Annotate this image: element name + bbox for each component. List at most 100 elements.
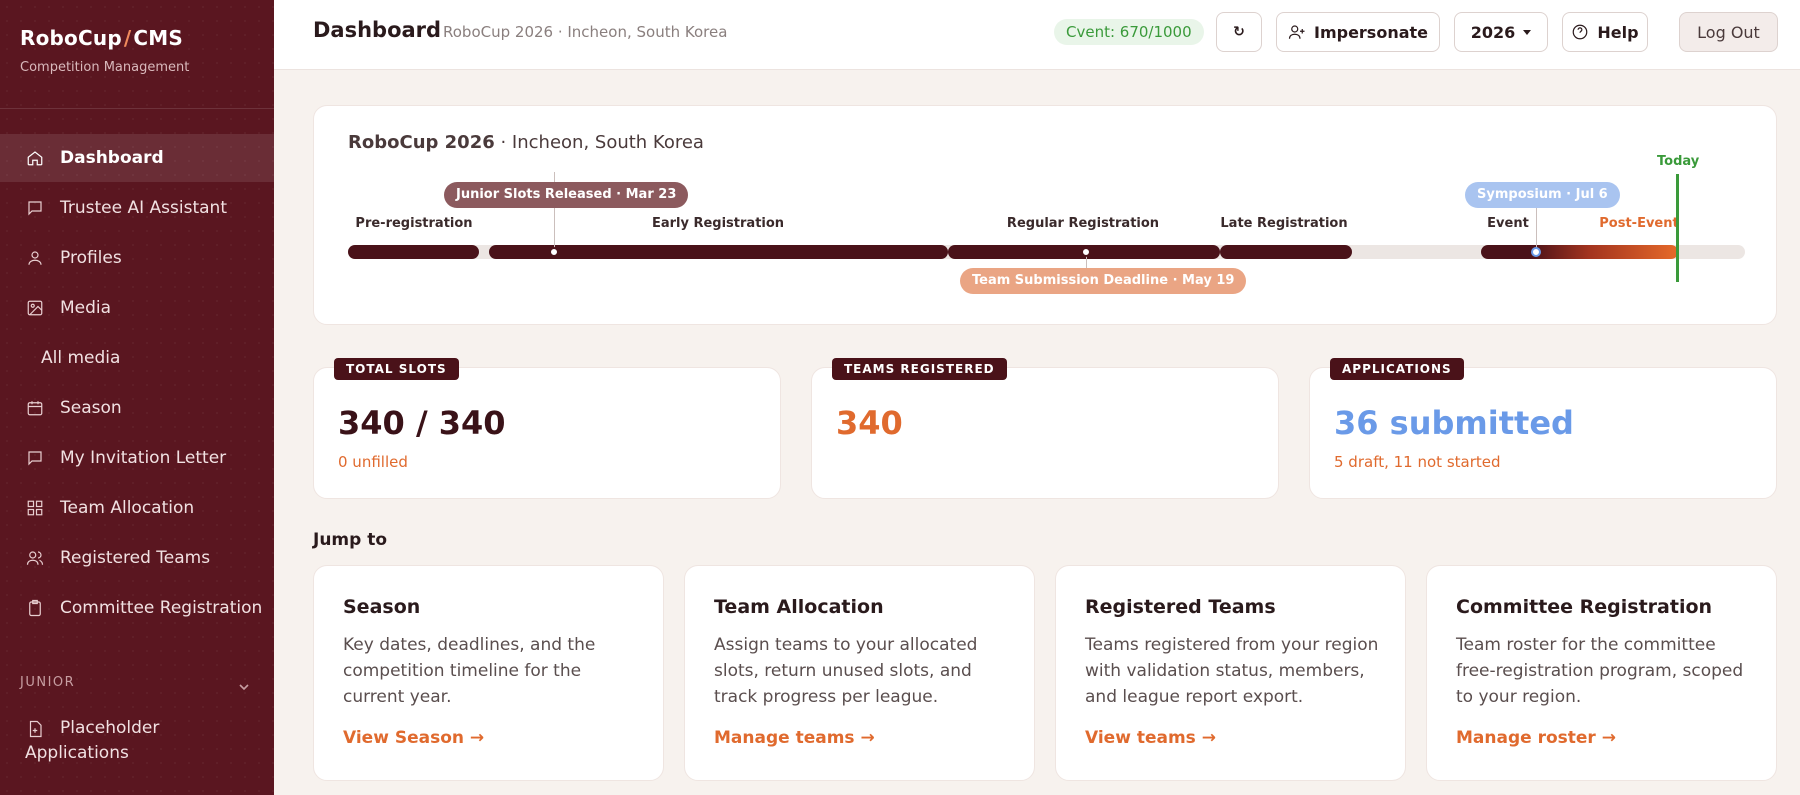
manage-roster-link[interactable]: Manage roster → (1456, 728, 1616, 748)
timeline-card: RoboCup 2026 · Incheon, South Korea Pre-… (313, 105, 1777, 325)
phase-label-regular-registration: Regular Registration (1006, 216, 1160, 231)
jump-card-desc: Key dates, deadlines, and the competitio… (343, 635, 596, 707)
stat-badge: TOTAL SLOTS (334, 358, 459, 380)
milestone-dot-junior[interactable] (549, 247, 559, 257)
sidebar-item-label: Committee Registration (60, 598, 263, 618)
sidebar-item-season[interactable]: Season (0, 384, 274, 432)
sidebar-item-label: Media (60, 298, 112, 318)
sidebar-item-committee-registration[interactable]: Committee Registration (0, 584, 274, 632)
users-icon (26, 549, 44, 567)
section-junior-label: JUNIOR (20, 675, 76, 690)
impersonate-label: Impersonate (1313, 22, 1429, 42)
stat-note: 0 unfilled (338, 453, 408, 471)
brand-cms: CMS (133, 26, 183, 50)
jump-card-desc: Assign teams to your allocated slots, re… (714, 635, 978, 707)
today-label: Today (1657, 154, 1700, 169)
stat-card-teams-registered: TEAMS REGISTERED 340 (811, 358, 1279, 499)
image-icon (26, 299, 44, 317)
stat-value: 36 submitted (1334, 404, 1574, 442)
phase-label-late-registration: Late Registration (1220, 216, 1348, 231)
today-marker (1676, 174, 1679, 282)
sidebar-item-trustee-ai[interactable]: Trustee AI Assistant (0, 184, 274, 232)
chevron-down-icon[interactable] (238, 678, 250, 691)
chat-icon (26, 199, 44, 217)
sidebar-item-label: Season (60, 398, 122, 418)
timeline-title-location: · Incheon, South Korea (494, 132, 704, 153)
sidebar-item-placeholder-applications[interactable]: Placeholder Applications (25, 716, 160, 766)
phase-bar-event (1481, 245, 1678, 259)
milestone-pill-junior[interactable]: Junior Slots Released · Mar 23 (444, 182, 689, 208)
sidebar-item-label: Registered Teams (60, 548, 211, 568)
jump-card-title: Season (343, 596, 421, 618)
calendar-icon (26, 399, 44, 417)
milestone-pill-symposium[interactable]: Symposium · Jul 6 (1465, 182, 1620, 208)
sidebar-item-all-media[interactable]: All media (41, 348, 120, 368)
sidebar-item-label: Team Allocation (60, 498, 195, 518)
timeline-title-event: RoboCup 2026 (348, 132, 495, 153)
file-plus-icon (26, 720, 44, 738)
home-icon (26, 149, 44, 167)
stat-value: 340 / 340 (338, 404, 506, 442)
phase-bar-pre-registration (348, 245, 479, 259)
sidebar-item-media[interactable]: Media (0, 284, 274, 332)
milestone-dot-team[interactable] (1081, 247, 1091, 257)
chat-icon (26, 449, 44, 467)
sidebar-item-label: My Invitation Letter (60, 448, 227, 468)
jump-card-season[interactable]: Season Key dates, deadlines, and the com… (313, 565, 664, 781)
jump-card-title: Registered Teams (1085, 596, 1276, 618)
stat-badge: TEAMS REGISTERED (832, 358, 1007, 380)
jump-card-desc: Team roster for the committee free-regis… (1456, 635, 1744, 707)
caret-down-icon (1523, 29, 1532, 35)
year-select[interactable]: 2026 (1454, 12, 1548, 52)
stat-note: 5 draft, 11 not started (1334, 453, 1501, 471)
sidebar-divider (0, 108, 274, 109)
page-title: Dashboard (313, 18, 442, 42)
brand-name: RoboCup (20, 26, 122, 50)
stat-card-applications: APPLICATIONS 36 submitted 5 draft, 11 no… (1309, 358, 1777, 499)
view-season-link[interactable]: View Season → (343, 728, 484, 748)
timeline-title: RoboCup 2026 · Incheon, South Korea (348, 132, 704, 153)
jump-card-team-allocation[interactable]: Team Allocation Assign teams to your all… (684, 565, 1035, 781)
jump-card-title: Team Allocation (714, 596, 884, 618)
jump-card-registered-teams[interactable]: Registered Teams Teams registered from y… (1055, 565, 1406, 781)
phase-bar-late-registration (1220, 245, 1352, 259)
help-circle-icon (1573, 24, 1588, 40)
sidebar-item-team-allocation[interactable]: Team Allocation (0, 484, 274, 532)
jump-card-committee-registration[interactable]: Committee Registration Team roster for t… (1426, 565, 1777, 781)
page-subtitle: RoboCup 2026 · Incheon, South Korea (443, 23, 728, 41)
brand-subtitle: Competition Management (20, 60, 190, 75)
help-button[interactable]: Help (1562, 12, 1648, 52)
jump-to-heading: Jump to (313, 530, 388, 550)
help-label: Help (1597, 22, 1639, 42)
impersonate-button[interactable]: Impersonate (1276, 12, 1440, 52)
jump-card-title: Committee Registration (1456, 596, 1713, 618)
phase-label-event: Event (1487, 216, 1529, 231)
clipboard-icon (26, 599, 44, 617)
milestone-pill-team-deadline[interactable]: Team Submission Deadline · May 19 (960, 268, 1247, 294)
refresh-button[interactable]: ↻ (1216, 12, 1262, 52)
phase-label-post-event: Post-Event (1599, 216, 1679, 231)
sidebar-item-label: Trustee AI Assistant (60, 198, 227, 218)
milestone-dot-symposium[interactable] (1531, 247, 1541, 257)
cvent-badge: Cvent: 670/1000 (1054, 19, 1204, 45)
sidebar-item-label-line2: Applications (25, 743, 129, 763)
logout-button[interactable]: Log Out (1679, 12, 1778, 52)
grid-icon (26, 499, 44, 517)
manage-teams-link[interactable]: Manage teams → (714, 728, 875, 748)
stat-value: 340 (836, 404, 903, 442)
sidebar-item-dashboard[interactable]: Dashboard (0, 134, 274, 182)
sidebar-item-profiles[interactable]: Profiles (0, 234, 274, 282)
sidebar: RoboCup / CMS Competition Management Dashb… (0, 0, 274, 795)
user-icon (26, 249, 44, 267)
brand-slash: / (123, 26, 132, 50)
user-plus-icon (1288, 25, 1305, 39)
sidebar-item-label: Profiles (60, 248, 122, 268)
view-teams-link[interactable]: View teams → (1085, 728, 1216, 748)
stat-card-total-slots: TOTAL SLOTS 340 / 340 0 unfilled (313, 358, 781, 499)
brand-logo[interactable]: RoboCup / CMS (20, 26, 183, 50)
sidebar-item-registered-teams[interactable]: Registered Teams (0, 534, 274, 582)
sidebar-item-label: Placeholder (60, 718, 160, 738)
sidebar-item-invitation-letter[interactable]: My Invitation Letter (0, 434, 274, 482)
jump-card-desc: Teams registered from your region with v… (1085, 635, 1379, 707)
phase-label-early-registration: Early Registration (651, 216, 785, 231)
